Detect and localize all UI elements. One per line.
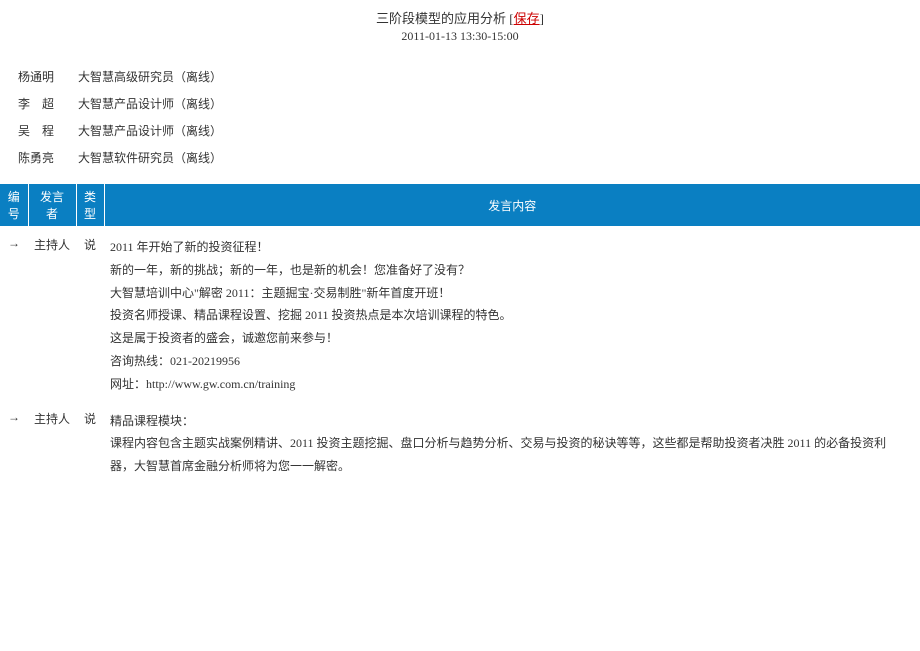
- content-line: 大智慧培训中心"解密 2011：主题掘宝·交易制胜"新年首度开班！: [110, 282, 904, 305]
- participant-row: 杨通明大智慧高级研究员（离线）: [18, 68, 920, 85]
- message-table: 编号 发言者 类型 发言内容 →主持人说2011 年开始了新的投资征程！新的一年…: [0, 184, 920, 482]
- participant-name: 李超: [18, 95, 78, 112]
- td-type: 说: [76, 226, 104, 400]
- content-line: 这是属于投资者的盛会，诚邀您前来参与！: [110, 327, 904, 350]
- bracket-close: ]: [540, 11, 544, 26]
- participant-row: 吴程大智慧产品设计师（离线）: [18, 122, 920, 139]
- content-line: 课程内容包含主题实战案例精讲、2011 投资主题挖掘、盘口分析与趋势分析、交易与…: [110, 432, 904, 478]
- th-content: 发言内容: [104, 184, 920, 226]
- participant-row: 陈勇亮大智慧软件研究员（离线）: [18, 149, 920, 166]
- table-row: →主持人说2011 年开始了新的投资征程！新的一年，新的挑战；新的一年，也是新的…: [0, 226, 920, 400]
- content-line: 精品课程模块：: [110, 410, 904, 433]
- participant-role: 大智慧产品设计师（离线）: [78, 122, 222, 139]
- content-line: 2011 年开始了新的投资征程！: [110, 236, 904, 259]
- participant-name: 吴程: [18, 122, 78, 139]
- td-speaker: 主持人: [28, 400, 76, 482]
- participant-role: 大智慧软件研究员（离线）: [78, 149, 222, 166]
- content-line: 新的一年，新的挑战；新的一年，也是新的机会！您准备好了没有？: [110, 259, 904, 282]
- page-title-row: 三阶段模型的应用分析 [保存]: [0, 8, 920, 27]
- participant-role: 大智慧高级研究员（离线）: [78, 68, 222, 85]
- participant-list: 杨通明大智慧高级研究员（离线）李超大智慧产品设计师（离线）吴程大智慧产品设计师（…: [18, 68, 920, 166]
- th-type: 类型: [76, 184, 104, 226]
- table-row: →主持人说精品课程模块：课程内容包含主题实战案例精讲、2011 投资主题挖掘、盘…: [0, 400, 920, 482]
- content-line: 投资名师授课、精品课程设置、挖掘 2011 投资热点是本次培训课程的特色。: [110, 304, 904, 327]
- td-speaker: 主持人: [28, 226, 76, 400]
- td-content: 精品课程模块：课程内容包含主题实战案例精讲、2011 投资主题挖掘、盘口分析与趋…: [104, 400, 920, 482]
- content-line: 咨询热线：021-20219956: [110, 350, 904, 373]
- td-type: 说: [76, 400, 104, 482]
- participant-name: 杨通明: [18, 68, 78, 85]
- participant-row: 李超大智慧产品设计师（离线）: [18, 95, 920, 112]
- th-id: 编号: [0, 184, 28, 226]
- participant-role: 大智慧产品设计师（离线）: [78, 95, 222, 112]
- page-title: 三阶段模型的应用分析: [376, 11, 506, 26]
- content-line: 网址：http://www.gw.com.cn/training: [110, 373, 904, 396]
- th-speaker: 发言者: [28, 184, 76, 226]
- page-header: 三阶段模型的应用分析 [保存] 2011-01-13 13:30-15:00: [0, 0, 920, 50]
- table-header-row: 编号 发言者 类型 发言内容: [0, 184, 920, 226]
- participant-name: 陈勇亮: [18, 149, 78, 166]
- td-content: 2011 年开始了新的投资征程！新的一年，新的挑战；新的一年，也是新的机会！您准…: [104, 226, 920, 400]
- table-body: →主持人说2011 年开始了新的投资征程！新的一年，新的挑战；新的一年，也是新的…: [0, 226, 920, 482]
- td-id: →: [0, 400, 28, 482]
- save-link[interactable]: 保存: [514, 11, 540, 26]
- td-id: →: [0, 226, 28, 400]
- page-datetime: 2011-01-13 13:30-15:00: [0, 29, 920, 44]
